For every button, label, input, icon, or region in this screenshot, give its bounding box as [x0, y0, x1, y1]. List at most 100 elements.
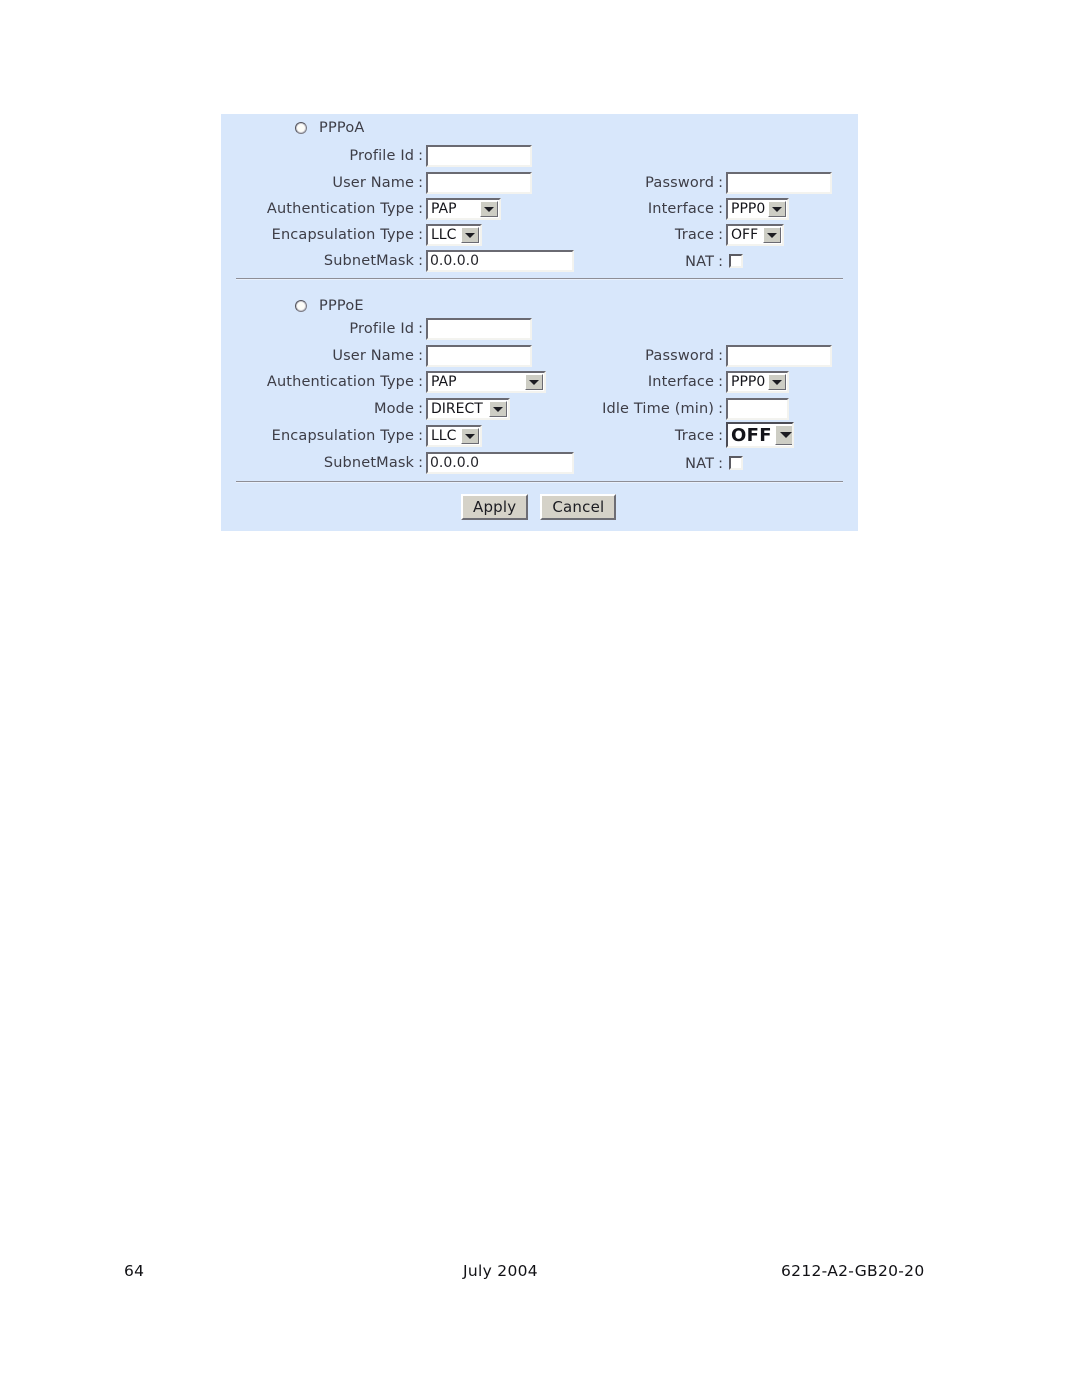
chevron-down-icon[interactable]: [768, 201, 787, 217]
label-pppoe-subnet-mask: SubnetMask: [323, 455, 415, 471]
chevron-down-icon[interactable]: [768, 374, 787, 390]
field-pppoa-password: Password :: [581, 172, 726, 194]
select-pppoe-interface[interactable]: PPP0: [726, 371, 789, 393]
field-pppoa-user-name: User Name :: [241, 172, 426, 194]
section-divider-1: [236, 278, 843, 280]
chevron-down-icon[interactable]: [461, 428, 479, 444]
radio-pppoe-label: PPPoE: [319, 298, 364, 314]
select-pppoa-trace-value: OFF: [731, 227, 759, 243]
label-pppoa-auth-type: Authentication Type: [266, 201, 415, 217]
label-pppoe-idle-time: Idle Time (min): [602, 401, 715, 417]
page-footer: 64 July 2004 6212-A2-GB20-20: [0, 1262, 1080, 1282]
field-pppoe-mode: Mode :: [241, 398, 426, 420]
select-pppoe-mode[interactable]: DIRECT: [426, 398, 510, 420]
apply-button[interactable]: Apply: [461, 494, 529, 520]
colon-pppoa-subnet-mask: :: [418, 253, 423, 269]
input-pppoe-subnet-mask[interactable]: 0.0.0.0: [426, 452, 574, 474]
colon-pppoa-user-name: :: [418, 175, 423, 191]
chevron-down-icon[interactable]: [461, 227, 479, 243]
chevron-down-icon[interactable]: [763, 227, 781, 243]
select-pppoa-encapsulation-type-value: LLC: [431, 227, 457, 243]
field-pppoe-encapsulation-type: Encapsulation Type :: [241, 425, 426, 447]
colon-pppoa-interface: :: [718, 201, 723, 217]
colon-pppoe-idle-time: :: [718, 401, 723, 417]
label-pppoe-nat: NAT: [685, 456, 715, 472]
field-pppoe-user-name: User Name :: [241, 345, 426, 367]
field-pppoe-profile-id: Profile Id :: [241, 318, 426, 340]
field-pppoa-subnet-mask: SubnetMask :: [241, 250, 426, 272]
label-pppoa-encapsulation-type: Encapsulation Type: [271, 227, 415, 243]
checkbox-pppoe-nat[interactable]: [729, 456, 743, 470]
radio-pppoa[interactable]: PPPoA: [295, 120, 365, 136]
label-pppoe-mode: Mode: [374, 401, 415, 417]
input-pppoa-password[interactable]: [726, 172, 832, 194]
input-pppoe-password[interactable]: [726, 345, 832, 367]
select-pppoe-auth-type[interactable]: PAP: [426, 371, 546, 393]
colon-pppoe-profile-id: :: [418, 321, 423, 337]
select-pppoe-interface-value: PPP0: [731, 374, 766, 390]
colon-pppoe-interface: :: [718, 374, 723, 390]
radio-pppoe[interactable]: PPPoE: [295, 298, 364, 314]
field-pppoa-auth-type: Authentication Type :: [241, 198, 426, 220]
footer-document-number: 6212-A2-GB20-20: [781, 1262, 925, 1280]
select-pppoe-encapsulation-type-value: LLC: [431, 428, 457, 444]
field-pppoa-trace: Trace :: [581, 224, 726, 246]
input-pppoe-profile-id[interactable]: [426, 318, 532, 340]
label-pppoe-profile-id: Profile Id: [349, 321, 415, 337]
label-pppoa-user-name: User Name: [332, 175, 415, 191]
label-pppoa-nat: NAT: [685, 254, 715, 270]
footer-page-number: 64: [124, 1262, 145, 1280]
select-pppoa-auth-type[interactable]: PAP: [426, 198, 501, 220]
input-pppoa-subnet-mask-value: 0.0.0.0: [430, 253, 479, 269]
select-pppoa-interface[interactable]: PPP0: [726, 198, 789, 220]
colon-pppoe-subnet-mask: :: [418, 455, 423, 471]
field-pppoe-password: Password :: [581, 345, 726, 367]
colon-pppoe-nat: :: [718, 456, 723, 472]
colon-pppoa-auth-type: :: [418, 201, 423, 217]
checkbox-pppoa-nat[interactable]: [729, 254, 743, 268]
colon-pppoe-user-name: :: [418, 348, 423, 364]
field-pppoe-subnet-mask: SubnetMask :: [241, 452, 426, 474]
input-pppoe-idle-time[interactable]: [726, 398, 789, 420]
chevron-down-icon[interactable]: [480, 201, 498, 217]
chevron-down-icon[interactable]: [774, 425, 792, 445]
select-pppoa-trace[interactable]: OFF: [726, 224, 784, 246]
select-pppoe-trace[interactable]: OFF: [726, 422, 794, 448]
select-pppoe-encapsulation-type[interactable]: LLC: [426, 425, 482, 447]
label-pppoa-trace: Trace: [674, 227, 715, 243]
select-pppoa-encapsulation-type[interactable]: LLC: [426, 224, 482, 246]
label-pppoe-interface: Interface: [647, 374, 715, 390]
field-pppoe-idle-time: Idle Time (min) :: [551, 398, 726, 420]
section-divider-2: [236, 481, 843, 483]
input-pppoa-profile-id[interactable]: [426, 145, 532, 167]
radio-pppoe-indicator-icon[interactable]: [295, 300, 307, 312]
field-pppoe-interface: Interface :: [581, 371, 726, 393]
label-pppoa-interface: Interface: [647, 201, 715, 217]
input-pppoa-subnet-mask[interactable]: 0.0.0.0: [426, 250, 574, 272]
colon-pppoe-trace: :: [718, 428, 723, 444]
colon-pppoe-password: :: [718, 348, 723, 364]
label-pppoe-user-name: User Name: [332, 348, 415, 364]
input-pppoe-subnet-mask-value: 0.0.0.0: [430, 455, 479, 471]
colon-pppoa-encapsulation-type: :: [418, 227, 423, 243]
label-pppoe-encapsulation-type: Encapsulation Type: [271, 428, 415, 444]
colon-pppoa-password: :: [718, 175, 723, 191]
input-pppoa-user-name[interactable]: [426, 172, 532, 194]
radio-pppoa-label: PPPoA: [319, 120, 365, 136]
label-pppoa-password: Password: [645, 175, 715, 191]
field-pppoe-auth-type: Authentication Type :: [241, 371, 426, 393]
radio-pppoa-indicator-icon[interactable]: [295, 122, 307, 134]
cancel-button[interactable]: Cancel: [540, 494, 617, 520]
input-pppoe-user-name[interactable]: [426, 345, 532, 367]
chevron-down-icon[interactable]: [525, 374, 543, 390]
label-pppoa-profile-id: Profile Id: [349, 148, 415, 164]
field-pppoa-encapsulation-type: Encapsulation Type :: [241, 224, 426, 246]
field-pppoa-nat: NAT :: [581, 251, 726, 273]
footer-date: July 2004: [463, 1262, 538, 1280]
field-pppoa-profile-id: Profile Id :: [241, 145, 426, 167]
colon-pppoa-profile-id: :: [418, 148, 423, 164]
form-actions: Apply Cancel: [461, 494, 617, 520]
select-pppoa-interface-value: PPP0: [731, 201, 766, 217]
colon-pppoa-trace: :: [718, 227, 723, 243]
chevron-down-icon[interactable]: [489, 401, 507, 417]
